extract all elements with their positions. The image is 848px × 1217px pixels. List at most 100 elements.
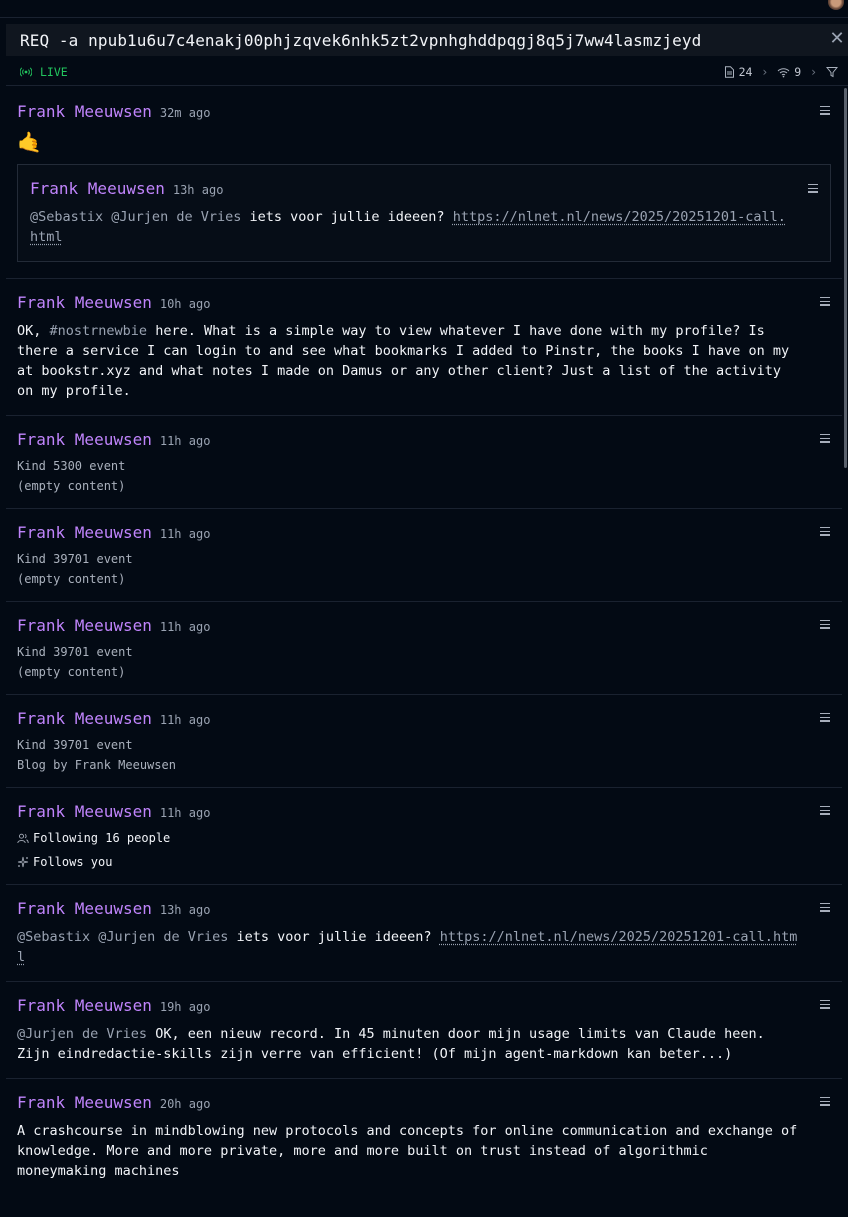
- broadcast-icon: [20, 66, 32, 77]
- scrollbar-thumb[interactable]: [844, 88, 847, 468]
- note-text: moneymaking machines: [17, 1163, 180, 1179]
- menu-icon[interactable]: [820, 527, 830, 536]
- relays-count[interactable]: 9: [777, 65, 801, 79]
- sparkle-icon: [17, 856, 29, 868]
- follows-you: Follows you: [17, 850, 831, 874]
- events-count-value: 24: [738, 65, 753, 79]
- note-card: Frank Meeuwsen 11h ago Kind 39701 event …: [6, 602, 842, 695]
- author-name[interactable]: Frank Meeuwsen: [17, 899, 152, 918]
- mention[interactable]: @Sebastix: [30, 209, 103, 225]
- timestamp[interactable]: 10h ago: [160, 297, 211, 311]
- link[interactable]: https://nlnet.nl/news/2025/20251201-call…: [440, 929, 798, 945]
- menu-icon[interactable]: [820, 106, 830, 115]
- event-meta: Kind 39701 event (empty content): [17, 549, 831, 589]
- live-indicator: LIVE: [20, 65, 68, 79]
- event-content: Blog by Frank Meeuwsen: [17, 758, 176, 772]
- timestamp[interactable]: 11h ago: [160, 713, 211, 727]
- link[interactable]: l: [17, 949, 25, 965]
- chevron-right-icon: ›: [811, 65, 816, 79]
- event-kind: Kind 5300 event: [17, 459, 126, 473]
- author-name[interactable]: Frank Meeuwsen: [17, 996, 152, 1015]
- note-content: @Sebastix @Jurjen de Vries iets voor jul…: [17, 927, 831, 967]
- menu-icon[interactable]: [820, 1097, 830, 1106]
- menu-icon[interactable]: [820, 434, 830, 443]
- note-text: iets voor jullie ideeen?: [236, 929, 432, 945]
- menu-icon[interactable]: [820, 620, 830, 629]
- author-name[interactable]: Frank Meeuwsen: [17, 293, 152, 312]
- mention[interactable]: @Jurjen de Vries: [17, 1026, 147, 1042]
- request-query[interactable]: REQ -a npub1u6u7c4enakj00phjzqvek6nhk5zt…: [20, 31, 701, 50]
- menu-icon[interactable]: [808, 184, 818, 193]
- author-name[interactable]: Frank Meeuwsen: [17, 430, 152, 449]
- chevron-right-icon: ›: [762, 65, 768, 79]
- note-text: OK, een nieuw record. In 45 minuten door…: [155, 1026, 765, 1042]
- timestamp[interactable]: 13h ago: [160, 903, 211, 917]
- note-content: @Jurjen de Vries OK, een nieuw record. I…: [17, 1024, 831, 1064]
- hashtag[interactable]: #nostrnewbie: [50, 323, 148, 339]
- note-card: Frank Meeuwsen 11h ago Following 16 peop…: [6, 788, 842, 885]
- events-count[interactable]: 24: [724, 65, 753, 79]
- link[interactable]: https://nlnet.nl/news/2025/20251201-call…: [453, 209, 786, 225]
- live-label: LIVE: [40, 64, 68, 79]
- mention[interactable]: @Sebastix: [17, 929, 90, 945]
- relays-count-value: 9: [794, 65, 802, 79]
- stats: 24 › 9 ›: [724, 58, 838, 86]
- close-icon[interactable]: ✕: [828, 30, 846, 48]
- menu-icon[interactable]: [820, 903, 830, 912]
- author-name[interactable]: Frank Meeuwsen: [17, 802, 152, 821]
- author-name[interactable]: Frank Meeuwsen: [17, 709, 152, 728]
- following-text: Following 16 people: [33, 831, 171, 845]
- avatar[interactable]: [828, 0, 844, 10]
- timestamp[interactable]: 11h ago: [160, 620, 211, 634]
- menu-icon[interactable]: [820, 713, 830, 722]
- note-card: Frank Meeuwsen 13h ago @Sebastix @Jurjen…: [6, 885, 842, 982]
- menu-icon[interactable]: [820, 1000, 830, 1009]
- event-feed: Frank Meeuwsen 32m ago 🤙 Frank Meeuwsen …: [6, 88, 842, 1196]
- event-meta: Kind 5300 event (empty content): [17, 456, 831, 496]
- wifi-icon: [777, 67, 790, 77]
- timestamp[interactable]: 11h ago: [160, 527, 211, 541]
- note-content: A crashcourse in mindblowing new protoco…: [17, 1121, 831, 1181]
- event-meta: Kind 39701 event (empty content): [17, 642, 831, 682]
- note-text: OK,: [17, 323, 42, 339]
- status-bar: LIVE 24 › 9 ›: [6, 58, 848, 86]
- quoted-note[interactable]: Frank Meeuwsen 13h ago @Sebastix @Jurjen…: [17, 164, 831, 262]
- note-content: OK, #nostrnewbie here. What is a simple …: [17, 321, 831, 401]
- menu-icon[interactable]: [820, 806, 830, 815]
- note-card: Frank Meeuwsen 20h ago A crashcourse in …: [6, 1079, 842, 1196]
- menu-icon[interactable]: [820, 297, 830, 306]
- event-content: (empty content): [17, 572, 126, 586]
- scrollbar[interactable]: [842, 88, 848, 468]
- mention[interactable]: @Jurjen de Vries: [111, 209, 241, 225]
- event-content: (empty content): [17, 479, 126, 493]
- timestamp[interactable]: 11h ago: [160, 434, 211, 448]
- document-icon: [724, 66, 734, 78]
- note-content: @Sebastix @Jurjen de Vries iets voor jul…: [30, 207, 818, 247]
- mention[interactable]: @Jurjen de Vries: [98, 929, 228, 945]
- event-kind: Kind 39701 event: [17, 552, 133, 566]
- author-name[interactable]: Frank Meeuwsen: [17, 102, 152, 121]
- note-text: here. What is a simple way to view whate…: [155, 323, 765, 339]
- event-kind: Kind 39701 event: [17, 738, 133, 752]
- timestamp[interactable]: 11h ago: [160, 806, 211, 820]
- note-text: knowledge. More and more private, more a…: [17, 1143, 708, 1159]
- following-count[interactable]: Following 16 people: [17, 826, 831, 850]
- event-kind: Kind 39701 event: [17, 645, 133, 659]
- note-text: on my profile.: [17, 383, 131, 399]
- note-card: Frank Meeuwsen 11h ago Kind 39701 event …: [6, 695, 842, 788]
- follows-you-text: Follows you: [33, 855, 113, 869]
- author-name[interactable]: Frank Meeuwsen: [30, 179, 165, 198]
- timestamp[interactable]: 32m ago: [160, 106, 211, 120]
- author-name[interactable]: Frank Meeuwsen: [17, 523, 152, 542]
- note-card: Frank Meeuwsen 11h ago Kind 5300 event (…: [6, 416, 842, 509]
- note-text: Zijn eindredactie-skills zijn verre van …: [17, 1046, 733, 1062]
- timestamp[interactable]: 20h ago: [160, 1097, 211, 1111]
- timestamp[interactable]: 13h ago: [173, 183, 224, 197]
- filter-icon[interactable]: [826, 66, 838, 78]
- note-card: Frank Meeuwsen 19h ago @Jurjen de Vries …: [6, 982, 842, 1079]
- author-name[interactable]: Frank Meeuwsen: [17, 1093, 152, 1112]
- reaction-emoji: 🤙: [17, 130, 42, 154]
- timestamp[interactable]: 19h ago: [160, 1000, 211, 1014]
- link[interactable]: html: [30, 229, 63, 245]
- author-name[interactable]: Frank Meeuwsen: [17, 616, 152, 635]
